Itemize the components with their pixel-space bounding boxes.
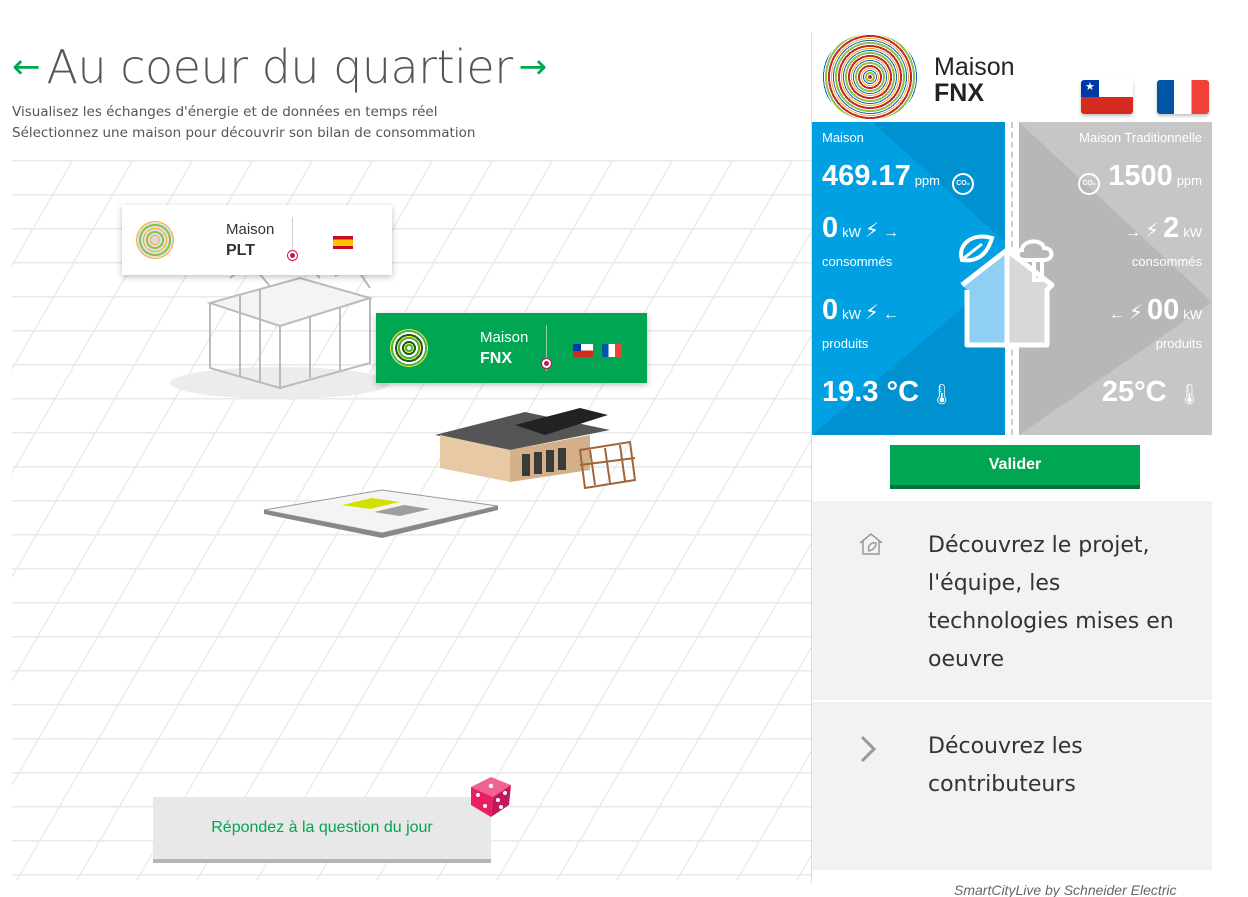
panel-house-title: Maison FNX bbox=[934, 54, 1015, 106]
house-fnx-label: Maison bbox=[480, 329, 529, 346]
arrow-right-icon: → bbox=[882, 224, 899, 241]
house-fnx-title: Maison FNX bbox=[480, 327, 528, 369]
traditional-produced-unit: kW bbox=[1183, 307, 1202, 322]
arrow-right-icon: → bbox=[1125, 224, 1142, 241]
co2-icon: CO₂ bbox=[1078, 172, 1101, 195]
lightning-icon: ⚡ bbox=[864, 302, 879, 324]
smart-temperature: 19.3 °C bbox=[822, 376, 920, 408]
next-arrow-icon[interactable]: → bbox=[519, 50, 548, 84]
house-card-fnx[interactable]: Maison FNX bbox=[376, 313, 647, 383]
lightning-icon: ⚡ bbox=[1128, 302, 1143, 324]
smart-produced-value: 0 bbox=[822, 294, 839, 326]
location-dot-icon bbox=[542, 359, 551, 368]
traditional-consumed-unit: kW bbox=[1183, 225, 1202, 240]
validate-button[interactable]: Valider bbox=[890, 445, 1140, 489]
house-plt-title: Maison PLT bbox=[226, 219, 274, 261]
lightning-icon: ⚡ bbox=[864, 220, 879, 242]
traditional-co2-unit: ppm bbox=[1176, 173, 1202, 188]
neighborhood-view: ← Au coeur du quartier → Visualisez les … bbox=[0, 0, 812, 897]
france-flag-icon[interactable] bbox=[1157, 80, 1209, 114]
chile-flag-icon bbox=[573, 344, 593, 357]
comparison-panel: Maison 469.17 ppm CO₂ 0 kW ⚡ → consommés… bbox=[812, 122, 1212, 435]
thermometer-icon: 🌡 bbox=[929, 384, 955, 406]
discover-project-text: Découvrez le projet, l'équipe, les techn… bbox=[928, 527, 1174, 679]
house-detail-panel: Maison FNX Maison 469.17 ppm CO₂ 0 kW ⚡ … bbox=[811, 32, 1212, 883]
traditional-produced-label: produits bbox=[1155, 336, 1202, 351]
smart-consumed-value: 0 bbox=[822, 212, 839, 244]
house-fnx-logo bbox=[390, 329, 428, 367]
prev-arrow-icon[interactable]: ← bbox=[12, 50, 41, 84]
subtitle-line-2: Sélectionnez une maison pour découvrir s… bbox=[12, 125, 476, 141]
discover-contributors-line-1: Découvrez les bbox=[928, 734, 1083, 759]
discover-project-line-3: technologies mises en bbox=[928, 609, 1174, 634]
footer-credit: SmartCityLive by Schneider Electric bbox=[954, 882, 1177, 897]
discover-project-line-2: l'équipe, les bbox=[928, 571, 1061, 596]
traditional-produced-value: 00 bbox=[1146, 294, 1180, 326]
discover-project-line-1: Découvrez le projet, bbox=[928, 533, 1150, 558]
france-flag-icon bbox=[602, 344, 622, 357]
chile-flag-icon[interactable] bbox=[1081, 80, 1133, 114]
empty-plot-illustration[interactable] bbox=[262, 488, 502, 543]
house-fnx-illustration[interactable] bbox=[430, 390, 640, 490]
chevron-right-icon bbox=[860, 735, 877, 763]
discover-contributors-line-2: contributeurs bbox=[928, 772, 1076, 797]
discover-contributors-link[interactable]: Découvrez les contributeurs bbox=[812, 702, 1212, 870]
location-dot-icon bbox=[288, 251, 297, 260]
traditional-house-label: Maison Traditionnelle bbox=[1079, 130, 1202, 145]
discover-contributors-text: Découvrez les contributeurs bbox=[928, 728, 1083, 804]
house-fnx-name: FNX bbox=[480, 350, 512, 367]
dice-icon[interactable] bbox=[467, 773, 513, 817]
smart-produced-label: produits bbox=[822, 336, 869, 351]
smart-co2-unit: ppm bbox=[914, 173, 940, 188]
daily-question-button[interactable]: Répondez à la question du jour bbox=[153, 797, 491, 863]
house-plt-illustration[interactable] bbox=[160, 258, 390, 398]
traditional-temperature: 25°C bbox=[1101, 376, 1167, 408]
house-card-plt[interactable]: Maison PLT bbox=[122, 205, 392, 275]
lightning-icon: ⚡ bbox=[1145, 220, 1160, 242]
thermometer-icon: 🌡 bbox=[1176, 384, 1202, 406]
panel-header: Maison FNX bbox=[812, 32, 1213, 122]
smart-consumed-unit: kW bbox=[842, 225, 861, 240]
discover-project-line-4: oeuvre bbox=[928, 647, 1005, 672]
page-subtitle: Visualisez les échanges d'énergie et de … bbox=[12, 102, 547, 144]
smart-co2-value: 469.17 bbox=[822, 160, 911, 192]
smart-consumed-label: consommés bbox=[822, 254, 893, 269]
spain-flag-icon bbox=[333, 236, 353, 249]
traditional-consumed-label: consommés bbox=[1131, 254, 1202, 269]
eco-house-icon bbox=[959, 234, 1055, 348]
house-plt-logo bbox=[136, 221, 174, 259]
page-title: Au coeur du quartier bbox=[46, 40, 514, 94]
house-plt-label: Maison bbox=[226, 221, 275, 238]
smart-produced-unit: kW bbox=[842, 307, 861, 322]
subtitle-line-1: Visualisez les échanges d'énergie et de … bbox=[12, 104, 438, 120]
panel-house-label: Maison bbox=[934, 53, 1015, 81]
house-plt-name: PLT bbox=[226, 242, 256, 259]
smart-house-label: Maison bbox=[822, 130, 864, 145]
arrow-left-icon: ← bbox=[882, 306, 899, 323]
panel-house-name: FNX bbox=[934, 79, 984, 107]
page-header: ← Au coeur du quartier → Visualisez les … bbox=[12, 40, 547, 144]
house-fnx-logo-large bbox=[822, 34, 918, 120]
discover-project-link[interactable]: Découvrez le projet, l'équipe, les techn… bbox=[812, 501, 1212, 700]
co2-icon: CO₂ bbox=[952, 172, 974, 195]
traditional-co2-value: 1500 bbox=[1108, 160, 1173, 192]
arrow-left-icon: ← bbox=[1108, 306, 1125, 323]
eco-house-small-icon bbox=[859, 533, 883, 555]
traditional-consumed-value: 2 bbox=[1163, 212, 1180, 244]
